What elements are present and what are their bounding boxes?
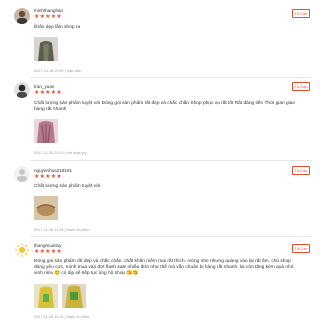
divider	[30, 77, 312, 78]
review-meta: 2017-11-26 11:14 | Sanh ôn theo	[34, 315, 90, 319]
divider	[30, 160, 312, 161]
reviewer-name[interactable]: nguyenhoa218181	[34, 168, 72, 173]
review-comment: Chất lượng sản phẩm tuyệt vời Đóng gói s…	[34, 101, 296, 112]
report-button[interactable]: Tố Cáo	[292, 244, 310, 253]
avatar[interactable]	[14, 242, 30, 258]
review-comment: Đóng gói sản phẩm rất đẹp và chắc chắn. …	[34, 259, 294, 276]
review-comment: Chất lượng sản phẩm tuyệt vời	[34, 184, 101, 189]
divider	[30, 236, 312, 237]
avatar[interactable]	[14, 82, 30, 98]
review-photo[interactable]	[62, 284, 86, 308]
report-button[interactable]: Tố Cáo	[292, 9, 310, 18]
review-photo[interactable]	[34, 284, 58, 308]
rating-stars: ★★★★★	[34, 174, 62, 180]
reviewer-name[interactable]: thangmuoitoy	[34, 243, 62, 248]
rating-stars: ★★★★★	[34, 249, 62, 255]
review-photo[interactable]	[34, 196, 58, 220]
reviewer-name[interactable]: minhthanghan	[34, 8, 63, 13]
review-meta: 2017-10-18 20:57 | nấu vỗa	[34, 69, 81, 73]
review-photo[interactable]	[34, 37, 58, 61]
report-button[interactable]: Tố Cáo	[292, 82, 310, 91]
avatar[interactable]	[14, 166, 30, 182]
rating-stars: ★★★★★	[34, 90, 62, 96]
reviewer-name[interactable]: tran_yuan	[34, 84, 54, 89]
report-button[interactable]: Tố Cáo	[292, 166, 310, 175]
review-comment: khấn dẹp lắm shop ra	[34, 25, 81, 30]
review-photo[interactable]	[34, 119, 58, 143]
rating-stars: ★★★★★	[34, 14, 62, 20]
review-meta: 2017-11-26 11:34 | Sanh ôn theo	[34, 228, 90, 232]
avatar[interactable]	[14, 8, 30, 24]
review-meta: 2017-11-30 22:10 | ôm nhạt yry	[34, 151, 87, 155]
